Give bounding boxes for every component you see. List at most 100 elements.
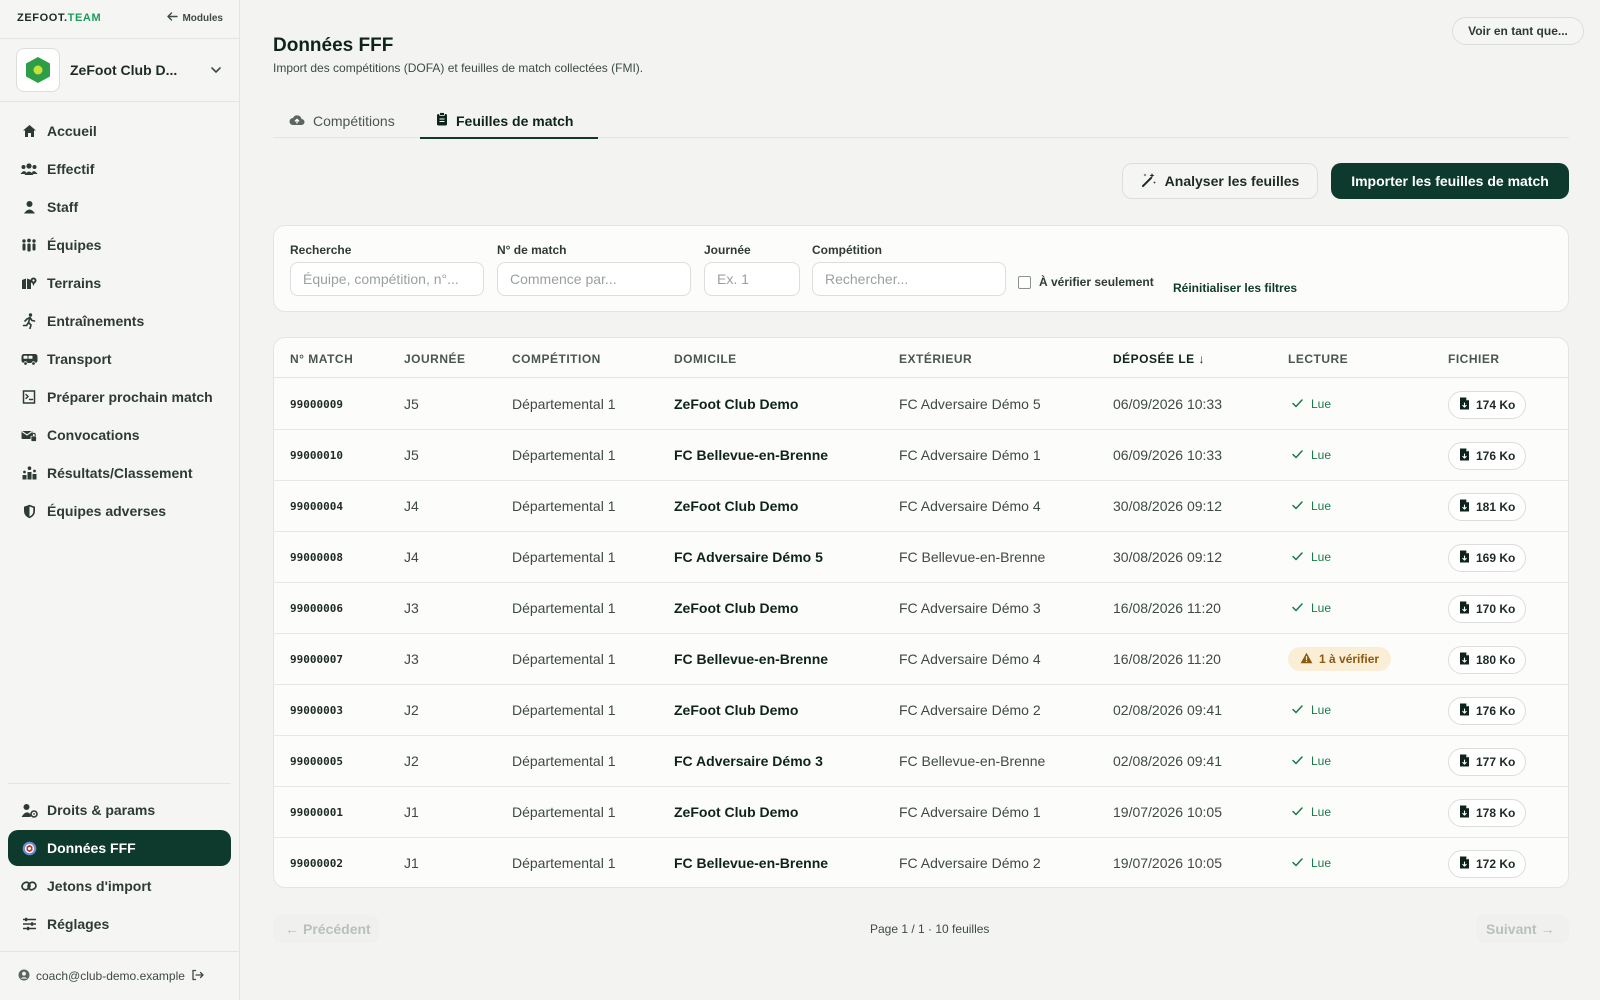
file-download-button[interactable]: 176 Ko [1448,697,1527,725]
sidebar-item-staff[interactable]: Staff [8,189,231,225]
sidebar-item-label: Équipes [47,237,102,253]
file-download-button[interactable]: 180 Ko [1448,646,1527,674]
table-row[interactable]: 99000001 J1 Départemental 1 ZeFoot Club Dem… [274,787,1568,838]
status-label: Lue [1311,448,1332,462]
sidebar-item-terrains[interactable]: Terrains [8,265,231,301]
match-sheets-table: N° MATCH JOURNÉE COMPÉTITION DOMICILE EX… [273,337,1569,888]
tab-competitions[interactable]: Compétitions [289,104,395,138]
status-label: Lue [1311,856,1332,870]
sidebar-item-entrainements[interactable]: Entraînements [8,303,231,339]
round-input[interactable]: Ex. 1 [704,262,800,296]
sidebar-item-preparer-prochain-match[interactable]: Préparer prochain match [8,379,231,415]
file-download-button[interactable]: 172 Ko [1448,850,1527,878]
sidebar-item-label: Données FFF [47,840,136,856]
cell-deposited-date: 06/09/2026 10:33 [1113,447,1222,463]
cell-away-team: FC Bellevue-en-Brenne [899,549,1046,565]
page-subtitle: Import des compétitions (DOFA) et feuill… [273,61,644,75]
cell-deposited-date: 30/08/2026 09:12 [1113,498,1222,514]
nav-divider [8,783,231,784]
col-reading[interactable]: LECTURE [1288,352,1348,366]
file-download-button[interactable]: 178 Ko [1448,799,1527,827]
match-number-label: N° de match [497,243,567,257]
previous-page-button[interactable]: ← Précédent [273,915,379,943]
modules-label: Modules [182,12,223,24]
file-download-button[interactable]: 176 Ko [1448,442,1527,470]
col-match-number[interactable]: N° MATCH [290,352,353,366]
club-switcher[interactable]: ZeFoot Club D... [0,38,239,102]
file-download-button[interactable]: 181 Ko [1448,493,1527,521]
map-pin-icon [20,274,38,292]
analyze-sheets-button[interactable]: Analyser les feuilles [1122,163,1318,199]
sidebar-item-label: Terrains [47,275,102,291]
sidebar-item-reglages[interactable]: Réglages [8,906,231,942]
sidebar-item-label: Accueil [47,123,97,139]
table-row[interactable]: 99000005 J2 Départemental 1 FC Adversaire D… [274,736,1568,787]
cell-competition: Départemental 1 [512,753,616,769]
sidebar-item-droits-params[interactable]: Droits & params [8,792,231,828]
file-download-button[interactable]: 177 Ko [1448,748,1527,776]
reset-filters-link[interactable]: Réinitialiser les filtres [1173,281,1297,295]
brand-logo[interactable]: ZEFOOT.TEAM [17,12,101,24]
table-row[interactable]: 99000003 J2 Départemental 1 ZeFoot Club Dem… [274,685,1568,736]
file-download-button[interactable]: 169 Ko [1448,544,1527,572]
user-email: coach@club-demo.example [36,969,185,983]
sidebar-item-jetons-d-import[interactable]: Jetons d'import [8,868,231,904]
sidebar-item-convocations[interactable]: Convocations [8,417,231,453]
col-file[interactable]: FICHIER [1448,352,1500,366]
cloud-upload-icon [289,113,305,130]
cell-match-number: 99000003 [290,704,343,717]
table-row[interactable]: 99000007 J3 Départemental 1 FC Bellevue-en-… [274,634,1568,685]
sidebar-item-equipes-adverses[interactable]: Équipes adverses [8,493,231,529]
brand-name: ZEFOOT. [17,12,68,24]
sidebar-item-label: Effectif [47,161,95,177]
col-away[interactable]: EXTÉRIEUR [899,352,972,366]
tab-label: Feuilles de match [456,112,574,129]
status-read: Lue [1292,703,1331,717]
table-row[interactable]: 99000002 J1 Départemental 1 FC Bellevue-en-… [274,838,1568,887]
status-badge-warning[interactable]: 1 à vérifier [1288,647,1392,671]
user-icon [18,969,30,984]
cell-home-team: ZeFoot Club Demo [674,600,799,616]
table-row[interactable]: 99000010 J5 Départemental 1 FC Bellevue-en-… [274,430,1568,481]
search-input[interactable]: Équipe, compétition, n°... [290,262,484,296]
file-download-icon [1459,856,1470,872]
verify-only-checkbox[interactable]: À vérifier seulement [1018,275,1154,289]
sidebar-item-label: Réglages [47,916,110,932]
table-row[interactable]: 99000008 J4 Départemental 1 FC Adversaire D… [274,532,1568,583]
logout-icon[interactable] [191,969,204,984]
next-page-button[interactable]: Suivant → [1476,915,1569,943]
match-number-input[interactable]: Commence par... [497,262,691,296]
file-size: 176 Ko [1476,704,1516,718]
sidebar-item-resultats-classement[interactable]: Résultats/Classement [8,455,231,491]
sidebar-item-effectif[interactable]: Effectif [8,151,231,187]
table-row[interactable]: 99000004 J4 Départemental 1 ZeFoot Club Dem… [274,481,1568,532]
cell-away-team: FC Adversaire Démo 5 [899,396,1041,412]
sidebar-item-transport[interactable]: Transport [8,341,231,377]
col-competition[interactable]: COMPÉTITION [512,352,601,366]
col-deposited[interactable]: DÉPOSÉE LE ↓ [1113,352,1205,366]
status-read: Lue [1292,499,1331,513]
file-download-button[interactable]: 170 Ko [1448,595,1527,623]
cell-competition: Départemental 1 [512,651,616,667]
table-row[interactable]: 99000009 J5 Départemental 1 ZeFoot Club Dem… [274,379,1568,430]
col-home[interactable]: DOMICILE [674,352,737,366]
col-round[interactable]: JOURNÉE [404,352,466,366]
sidebar-item-donnees-fff[interactable]: Données FFF [8,830,231,866]
file-download-button[interactable]: 174 Ko [1448,391,1527,419]
table-row[interactable]: 99000006 J3 Départemental 1 ZeFoot Club Dem… [274,583,1568,634]
import-sheets-button[interactable]: Importer les feuilles de match [1331,163,1569,199]
check-icon [1292,703,1303,717]
link-icon [20,877,38,895]
home-icon [20,122,38,140]
cell-competition: Départemental 1 [512,600,616,616]
modules-link[interactable]: Modules [167,12,223,24]
view-as-button[interactable]: Voir en tant que... [1452,17,1584,45]
sidebar-item-equipes[interactable]: Équipes [8,227,231,263]
cell-round: J2 [404,753,419,769]
sidebar-item-accueil[interactable]: Accueil [8,113,231,149]
checkbox-box[interactable] [1018,275,1031,289]
tab-match-sheets[interactable]: Feuilles de match [420,104,598,139]
competition-input[interactable]: Rechercher... [812,262,1006,296]
sidebar-item-label: Équipes adverses [47,503,167,519]
file-size: 169 Ko [1476,551,1516,565]
